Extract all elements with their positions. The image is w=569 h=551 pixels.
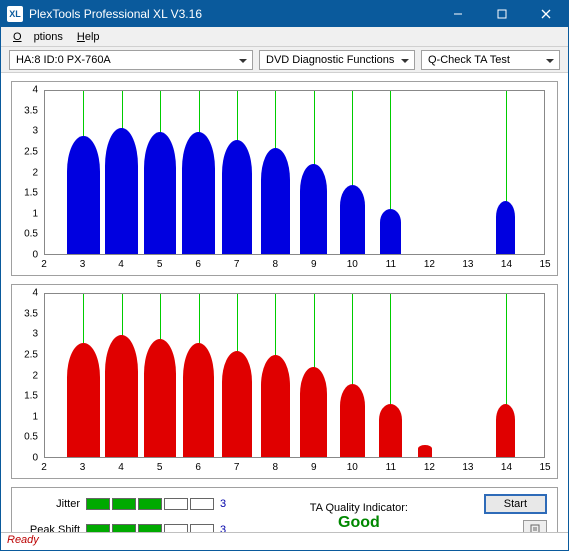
data-peak	[380, 209, 401, 254]
mode-dropdown[interactable]: DVD Diagnostic Functions	[259, 50, 415, 70]
xtick: 6	[195, 462, 201, 473]
xtick: 11	[386, 462, 396, 473]
data-peak	[105, 128, 138, 254]
xtick: 8	[272, 259, 278, 270]
meter-box	[164, 498, 188, 510]
xtick: 7	[234, 259, 240, 270]
ytick: 1	[32, 411, 38, 422]
xtick: 8	[272, 462, 278, 473]
xtick: 5	[157, 259, 163, 270]
statusbar: Ready	[1, 532, 568, 550]
ytick: 0	[32, 250, 38, 261]
ytick: 0.5	[24, 229, 38, 240]
ytick: 3	[32, 329, 38, 340]
ytick: 0.5	[24, 432, 38, 443]
xtick: 14	[501, 462, 512, 473]
ytick: 1.5	[24, 391, 38, 402]
window-title: PlexTools Professional XL V3.16	[29, 7, 436, 21]
menu-help[interactable]: Help	[71, 29, 106, 45]
ta-quality-value: Good	[244, 514, 474, 532]
close-button[interactable]	[524, 1, 568, 27]
meter-box	[190, 498, 214, 510]
jitter-value: 3	[220, 498, 234, 510]
ytick: 2.5	[24, 349, 38, 360]
xtick: 2	[41, 259, 47, 270]
xtick: 11	[386, 259, 396, 270]
chart-top: 0 0.5 1 1.5 2 2.5 3 3.5 4 2 3 4 5 6 7 8 9 10 11 12 13 14 15	[11, 81, 558, 276]
xtick: 3	[80, 462, 86, 473]
minimize-button[interactable]	[436, 1, 480, 27]
data-peak	[182, 132, 215, 254]
jitter-row: Jitter 3	[22, 494, 234, 514]
xtick: 10	[347, 462, 358, 473]
ytick: 4	[32, 288, 38, 299]
ytick: 2	[32, 370, 38, 381]
plot-area	[44, 293, 545, 458]
data-peak	[222, 351, 253, 457]
ytick: 4	[32, 85, 38, 96]
data-peak	[418, 445, 431, 457]
plot-area	[44, 90, 545, 255]
data-peak	[496, 404, 515, 457]
jitter-label: Jitter	[22, 498, 80, 510]
titlebar: XL PlexTools Professional XL V3.16	[1, 1, 568, 27]
ytick: 2	[32, 167, 38, 178]
start-button[interactable]: Start	[484, 494, 547, 514]
test-dropdown[interactable]: Q-Check TA Test	[421, 50, 560, 70]
data-peak	[300, 164, 327, 254]
menu-options[interactable]: Options	[7, 29, 69, 45]
data-peak	[144, 339, 177, 457]
xtick: 9	[311, 462, 317, 473]
data-peak	[261, 355, 290, 457]
maximize-button[interactable]	[480, 1, 524, 27]
data-peak	[300, 367, 327, 457]
xtick: 12	[424, 259, 435, 270]
content-area: 00.511.522.533.5423456789101112131415 00…	[1, 73, 568, 479]
xtick: 15	[539, 259, 550, 270]
device-dropdown[interactable]: HA:8 ID:0 PX-760A	[9, 50, 253, 70]
xtick: 13	[462, 259, 473, 270]
xtick: 4	[118, 259, 124, 270]
ta-quality-label: TA Quality Indicator:	[244, 502, 474, 514]
data-peak	[379, 404, 402, 457]
xtick: 13	[462, 462, 473, 473]
xtick: 10	[347, 259, 358, 270]
app-icon: XL	[7, 6, 23, 22]
xtick: 14	[501, 259, 512, 270]
xtick: 15	[539, 462, 550, 473]
ta-quality: TA Quality Indicator: Good	[244, 502, 474, 532]
data-peak	[261, 148, 290, 254]
xtick: 9	[311, 259, 317, 270]
jitter-meter	[86, 498, 214, 510]
menubar: Options Help	[1, 27, 568, 47]
xtick: 3	[80, 259, 86, 270]
xtick: 4	[118, 462, 124, 473]
xtick: 5	[157, 462, 163, 473]
xtick: 7	[234, 462, 240, 473]
xtick: 2	[41, 462, 47, 473]
meter-box	[112, 498, 136, 510]
data-peak	[340, 185, 365, 254]
ytick: 3.5	[24, 308, 38, 319]
ytick: 0	[32, 453, 38, 464]
data-peak	[496, 201, 515, 254]
data-peak	[183, 343, 214, 457]
meter-box	[138, 498, 162, 510]
data-peak	[144, 132, 177, 254]
ytick: 1.5	[24, 188, 38, 199]
data-peak	[67, 343, 100, 457]
data-peak	[340, 384, 365, 457]
meter-box	[86, 498, 110, 510]
ytick: 2.5	[24, 146, 38, 157]
data-peak	[67, 136, 100, 254]
data-peak	[222, 140, 253, 254]
xtick: 12	[424, 462, 435, 473]
xtick: 6	[195, 259, 201, 270]
data-peak	[105, 335, 138, 457]
ytick: 1	[32, 208, 38, 219]
toolbar: HA:8 ID:0 PX-760A DVD Diagnostic Functio…	[1, 47, 568, 73]
ytick: 3.5	[24, 105, 38, 116]
chart-bottom: 0 0.5 1 1.5 2 2.5 3 3.5 4 2 3 4 5 6 7 8 9 10 11 12 13 14 15	[11, 284, 558, 479]
ytick: 3	[32, 126, 38, 137]
